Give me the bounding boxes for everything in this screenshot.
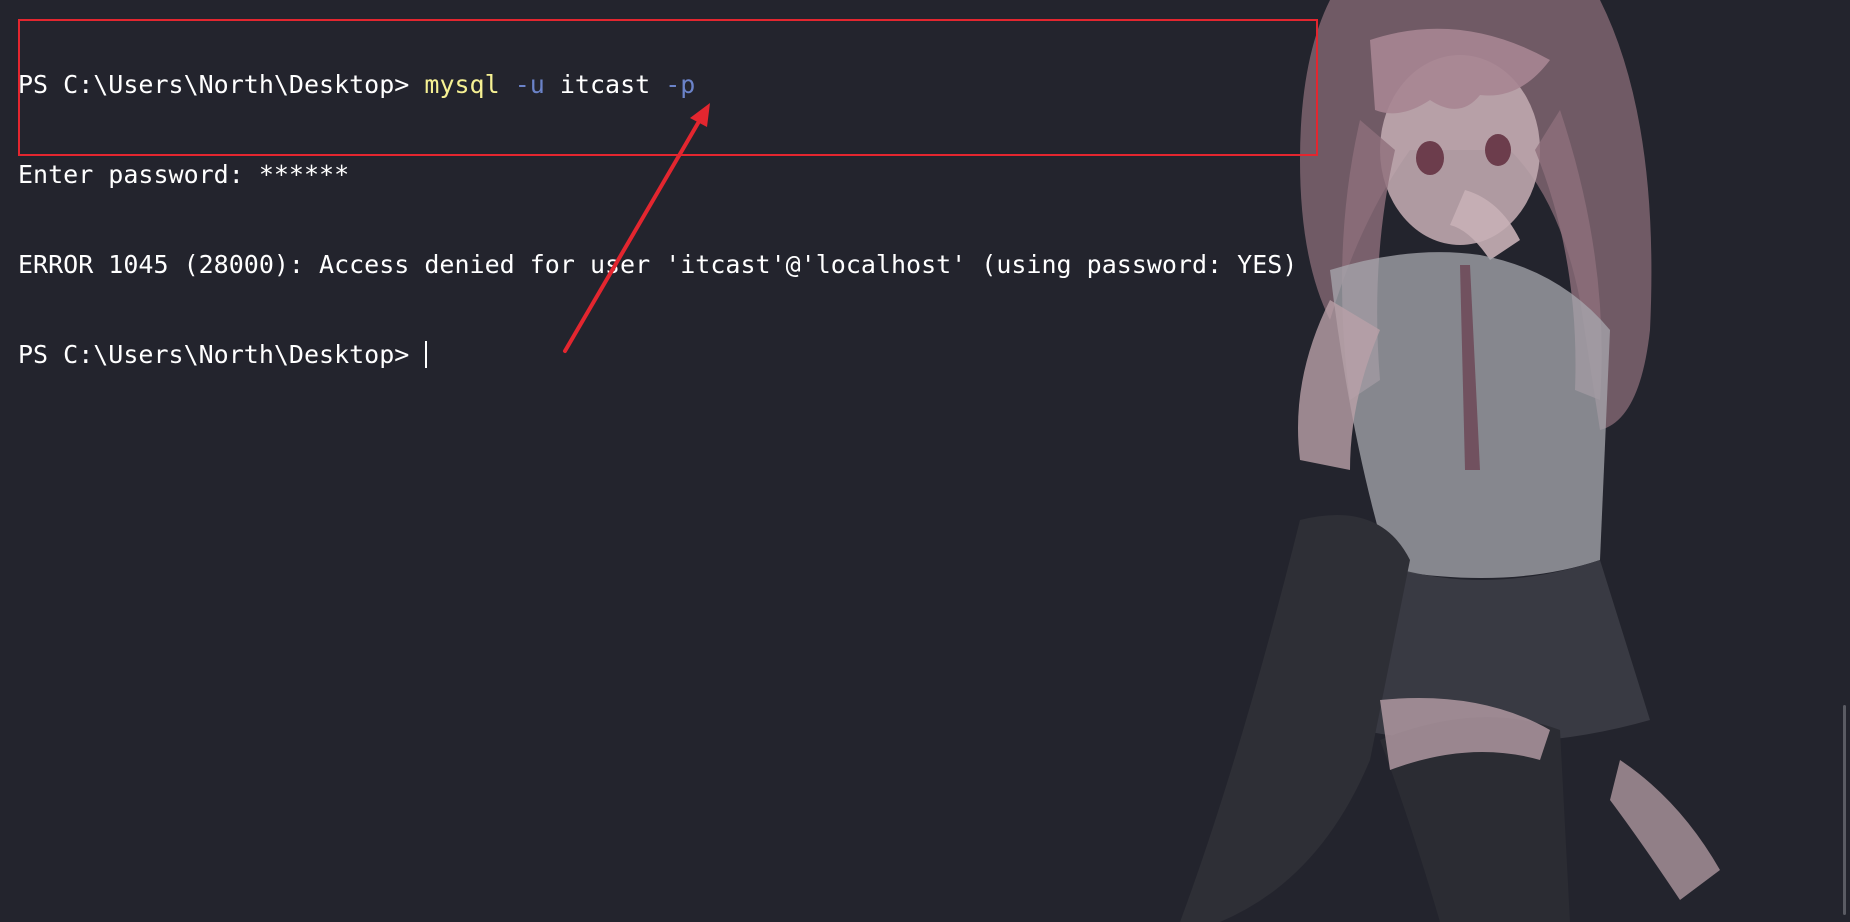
prompt-text: PS C:\Users\North\Desktop>	[18, 340, 425, 369]
text-cursor	[425, 341, 428, 368]
scrollbar-thumb[interactable]	[1843, 705, 1846, 915]
annotation-highlight-box	[18, 19, 1318, 156]
terminal-window[interactable]: PS C:\Users\North\Desktop> mysql -u itca…	[0, 0, 1850, 922]
current-prompt-line[interactable]: PS C:\Users\North\Desktop>	[18, 340, 1297, 370]
error-message-line: ERROR 1045 (28000): Access denied for us…	[18, 250, 1298, 279]
password-prompt-line: Enter password: ******	[18, 160, 350, 189]
